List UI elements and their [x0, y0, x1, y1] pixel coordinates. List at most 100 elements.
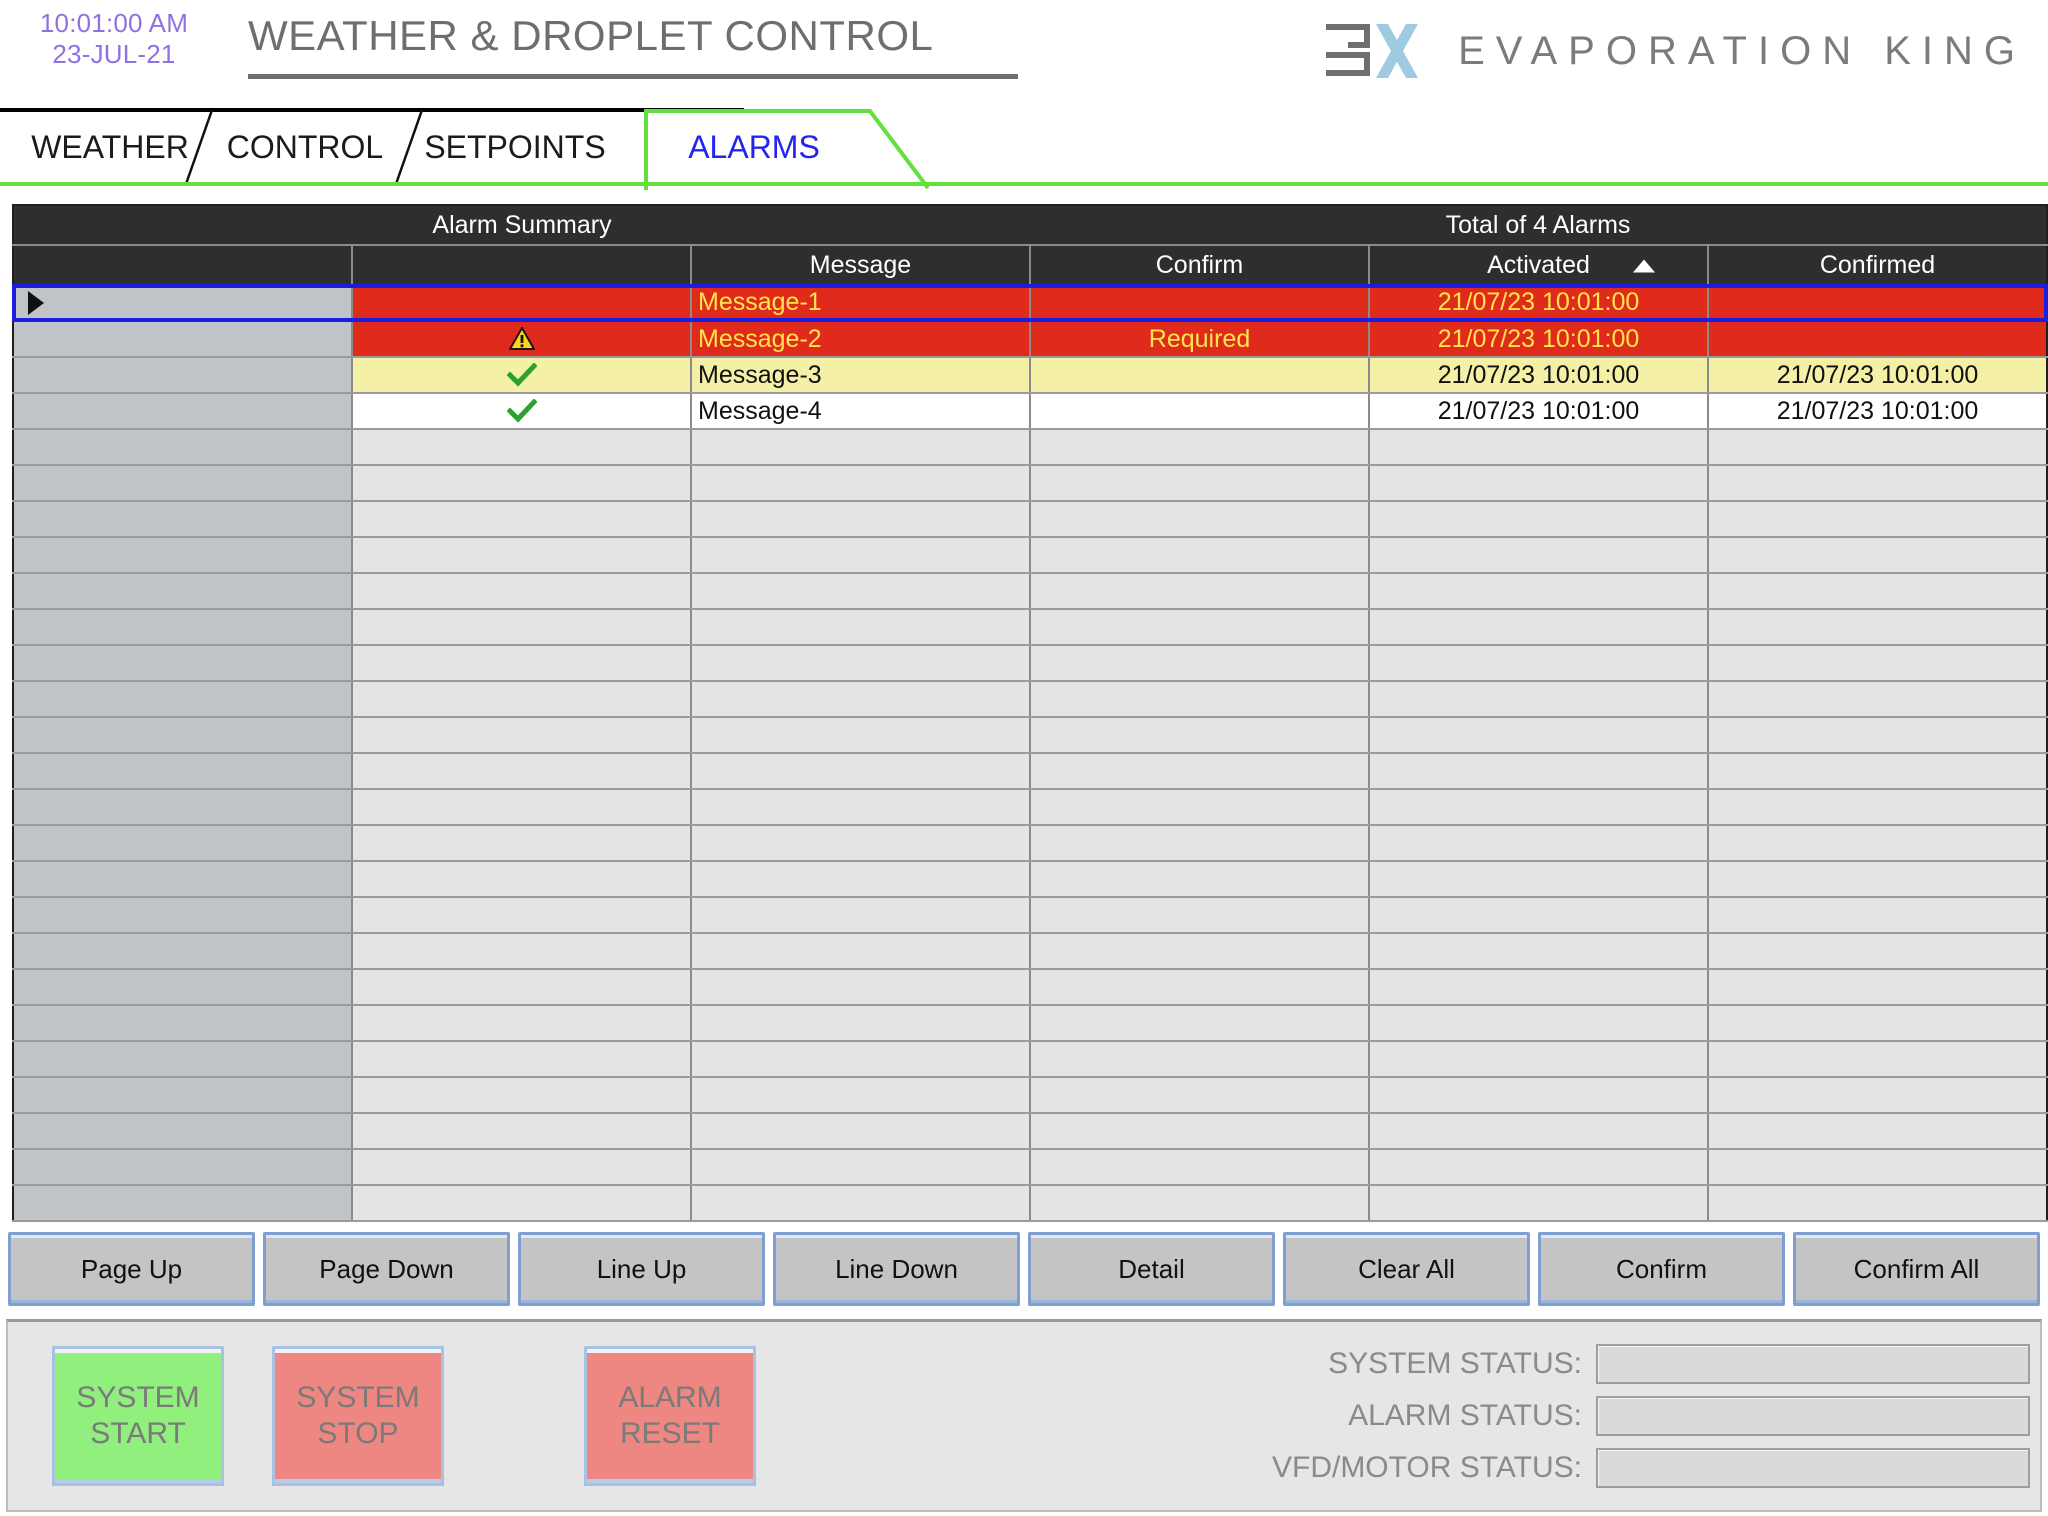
alarm-row-confirm: [1029, 753, 1369, 790]
alarm-row[interactable]: Message-1 21/07/23 10:01:00: [13, 285, 2047, 322]
col-confirm[interactable]: Confirm: [1029, 244, 1369, 285]
alarm-row-empty[interactable]: [13, 645, 2047, 682]
alarm-row-cursor-cell: [13, 465, 352, 502]
tab-weather[interactable]: WEATHER: [0, 108, 214, 186]
alarm-row-confirm: [1029, 825, 1369, 862]
alarm-row-icon-cell: [351, 861, 691, 898]
push-button-system-start[interactable]: SYSTEM START: [52, 1346, 224, 1486]
alarm-row-empty[interactable]: [13, 537, 2047, 574]
evaporation-king-logo-icon: [1326, 24, 1419, 78]
alarm-row-cursor-cell[interactable]: [13, 285, 352, 322]
tab-setpoints[interactable]: SETPOINTS: [410, 108, 620, 186]
alarm-row-activated: [1368, 1113, 1708, 1150]
alarm-row-empty[interactable]: [13, 1149, 2047, 1186]
alarm-row-cursor-cell: [13, 717, 352, 754]
alarm-row-cursor-cell[interactable]: [13, 321, 352, 358]
alarm-row-confirmed: [1707, 1041, 2047, 1078]
alarm-row-empty[interactable]: [13, 1113, 2047, 1150]
alarm-summary-table[interactable]: Alarm Summary Total of 4 Alarms Message …: [12, 204, 2048, 1222]
status-value-field: [1596, 1344, 2030, 1384]
alarm-row-empty[interactable]: [13, 717, 2047, 754]
alarm-row-empty[interactable]: [13, 429, 2047, 466]
alarm-row-message: [690, 1041, 1030, 1078]
alarm-row-confirmed: [1707, 897, 2047, 934]
alarm-row-empty[interactable]: [13, 573, 2047, 610]
alarm-row-cursor-cell[interactable]: [13, 357, 352, 394]
alarm-row-empty[interactable]: [13, 861, 2047, 898]
toolbar-button-detail[interactable]: Detail: [1028, 1232, 1275, 1306]
alarm-row-cursor-cell: [13, 933, 352, 970]
alarm-row-cursor-cell[interactable]: [13, 393, 352, 430]
status-row: SYSTEM STATUS:: [1272, 1344, 2030, 1384]
alarm-row-confirm: [1029, 933, 1369, 970]
alarm-row-activated: [1368, 717, 1708, 754]
tab-control-label: CONTROL: [226, 128, 384, 165]
alarm-row-icon-cell: [351, 717, 691, 754]
toolbar-button-confirm[interactable]: Confirm: [1538, 1232, 1785, 1306]
alarm-row-empty[interactable]: [13, 753, 2047, 790]
toolbar-button-confirm-all[interactable]: Confirm All: [1793, 1232, 2040, 1306]
alarm-row[interactable]: Message-3 21/07/23 10:01:00 21/07/23 10:01…: [13, 357, 2047, 394]
alarm-row-confirmed: [1707, 825, 2047, 862]
alarm-row-confirm: [1029, 717, 1369, 754]
alarm-row-icon-cell: [351, 897, 691, 934]
alarm-row-icon-cell: [351, 393, 691, 430]
col-message[interactable]: Message: [690, 244, 1030, 285]
tab-bar: WEATHER CONTROL SETPOINTS ALARMS: [0, 108, 2048, 190]
push-button-alarm-reset[interactable]: ALARM RESET: [584, 1346, 756, 1486]
tab-baseline-rule: [0, 182, 2048, 186]
alarm-row-confirmed: [1707, 969, 2047, 1006]
tab-alarms[interactable]: ALARMS: [644, 108, 930, 190]
toolbar-button-line-up[interactable]: Line Up: [518, 1232, 765, 1306]
alarm-row-activated: [1368, 861, 1708, 898]
alarm-row-empty[interactable]: [13, 969, 2047, 1006]
push-button-system-stop[interactable]: SYSTEM STOP: [272, 1346, 444, 1486]
alarm-row-cursor-cell: [13, 1149, 352, 1186]
alarm-column-header-row: Message Confirm Activated Confirmed: [13, 244, 2047, 285]
alarm-row-confirmed: [1707, 1113, 2047, 1150]
alarm-row-cursor-cell: [13, 609, 352, 646]
alarm-row-empty[interactable]: [13, 501, 2047, 538]
push-button-line2: RESET: [619, 1417, 721, 1450]
alarm-row-activated: [1368, 645, 1708, 682]
alarm-row-icon-cell: [351, 1077, 691, 1114]
alarm-row-confirm: [1029, 1077, 1369, 1114]
alarm-row-empty[interactable]: [13, 1041, 2047, 1078]
col-activated[interactable]: Activated: [1368, 244, 1708, 285]
alarm-row-icon-cell: [351, 573, 691, 610]
alarm-row-confirm: [1029, 609, 1369, 646]
alarm-row-message: Message-1: [690, 285, 1030, 322]
alarm-row-empty[interactable]: [13, 609, 2047, 646]
alarm-row-activated: [1368, 537, 1708, 574]
system-control-panel: SYSTEM START SYSTEM STOP ALARM RESET SYSTEM S…: [6, 1319, 2042, 1512]
toolbar-button-line-down[interactable]: Line Down: [773, 1232, 1020, 1306]
alarm-row-empty[interactable]: [13, 789, 2047, 826]
alarm-row-message: [690, 825, 1030, 862]
status-label: ALARM STATUS:: [1348, 1399, 1582, 1432]
alarm-row[interactable]: Message-2 Required 21/07/23 10:01:00: [13, 321, 2047, 358]
alarm-row-empty[interactable]: [13, 933, 2047, 970]
tab-alarms-label: ALARMS: [688, 128, 820, 165]
tab-control[interactable]: CONTROL: [200, 108, 424, 186]
alarm-row-empty[interactable]: [13, 681, 2047, 718]
toolbar-button-page-down[interactable]: Page Down: [263, 1232, 510, 1306]
toolbar-button-page-up[interactable]: Page Up: [8, 1232, 255, 1306]
alarm-row-empty[interactable]: [13, 1077, 2047, 1114]
alarm-row-confirm: [1029, 1185, 1369, 1222]
alarm-row[interactable]: Message-4 21/07/23 10:01:00 21/07/23 10:01…: [13, 393, 2047, 430]
alarm-row-cursor-cell: [13, 537, 352, 574]
alarm-row-cursor-cell: [13, 681, 352, 718]
alarm-row-confirmed: [1707, 645, 2047, 682]
alarm-row-empty[interactable]: [13, 1005, 2047, 1042]
alarm-row-empty[interactable]: [13, 825, 2047, 862]
toolbar-button-clear-all[interactable]: Clear All: [1283, 1232, 1530, 1306]
alarm-row-icon-cell: [351, 753, 691, 790]
alarm-summary-panel: Alarm Summary Total of 4 Alarms Message …: [0, 204, 2048, 1222]
alarm-row-cursor-cell: [13, 1185, 352, 1222]
col-confirmed[interactable]: Confirmed: [1707, 244, 2047, 285]
alarm-row-empty[interactable]: [13, 897, 2047, 934]
alarm-row-activated: [1368, 429, 1708, 466]
alarm-row-cursor-cell: [13, 789, 352, 826]
alarm-row-empty[interactable]: [13, 1185, 2047, 1222]
alarm-row-empty[interactable]: [13, 465, 2047, 502]
